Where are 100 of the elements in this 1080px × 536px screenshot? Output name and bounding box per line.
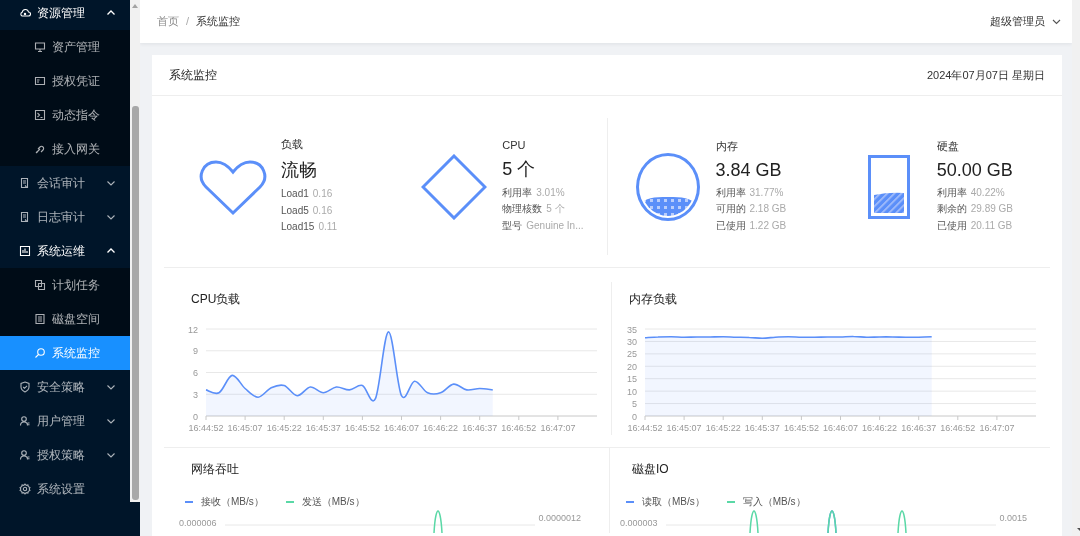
stat-detail: 型号 Genuine In... xyxy=(502,218,584,233)
stat-detail: 剩余的 29.89 GB xyxy=(936,202,1013,217)
cloud-icon xyxy=(19,7,31,19)
stat-detail: 已使用 1.22 GB xyxy=(715,218,787,233)
terminal-icon xyxy=(34,109,46,121)
stat-value: 5 个 xyxy=(502,157,537,181)
axis-tick-label: 16:45:37 xyxy=(744,423,780,433)
settings-icon xyxy=(19,483,31,495)
link-icon xyxy=(34,143,46,155)
monitor-icon xyxy=(34,41,46,53)
stat-detail: 利用率 40.22% xyxy=(936,185,1006,200)
sidebar-item[interactable]: 系统设置 xyxy=(0,472,130,506)
scrollbar[interactable] xyxy=(130,0,140,502)
document-icon xyxy=(34,313,46,325)
diamond-icon xyxy=(421,153,488,220)
axis-tick-label: 9 xyxy=(193,346,198,357)
stat-value: 3.84 GB xyxy=(715,159,783,181)
axis-tick-label: 16:45:22 xyxy=(266,423,302,433)
document-icon xyxy=(19,211,31,223)
document-icon xyxy=(19,177,31,189)
user-icon xyxy=(19,415,31,427)
axis-tick-label: 16:45:52 xyxy=(344,423,380,433)
axis-tick-label: 20 xyxy=(627,361,637,372)
chart-title: CPU负载 xyxy=(190,291,242,308)
legend-label: 读取（MB/s） xyxy=(642,495,705,509)
sidebar-item[interactable]: 磁盘空间 xyxy=(0,302,130,336)
legend-label: 接收（MB/s） xyxy=(201,495,264,509)
caret-icon xyxy=(1052,17,1061,26)
breadcrumb-current: 系统监控 xyxy=(196,15,241,27)
axis-tick-label: 0.000003 xyxy=(620,518,658,528)
stat-title: CPU xyxy=(502,138,527,151)
stat-detail: 已使用 20.11 GB xyxy=(936,218,1013,233)
sidebar-item[interactable]: 资产管理 xyxy=(0,30,130,64)
sidebar-item[interactable]: 动态指令 xyxy=(0,98,130,132)
axis-tick-label: 25 xyxy=(627,349,637,360)
stat-title: 硬盘 xyxy=(936,138,960,154)
stat-detail: Load1 0.16 xyxy=(281,187,334,202)
legend-label: 发送（MB/s） xyxy=(301,495,365,509)
axis-tick-label: 16:47:07 xyxy=(979,423,1015,433)
axis-tick-label: 0 xyxy=(193,411,198,422)
stat-detail: 利用率 31.77% xyxy=(715,185,785,200)
axis-tick-label: 30 xyxy=(627,336,637,347)
axis-tick-label: 16:45:07 xyxy=(666,423,702,433)
chart-icon xyxy=(19,245,31,257)
user-menu-button[interactable]: 超级管理员 xyxy=(990,14,1061,29)
axis-tick-label: 16:46:37 xyxy=(462,423,498,433)
sidebar-item[interactable]: 授权策略 xyxy=(0,438,130,472)
axis-tick-label: 16:46:07 xyxy=(384,423,419,433)
axis-tick-label: 0.0000012 xyxy=(538,513,582,523)
stat-detail: 可用的 2.18 GB xyxy=(715,202,787,217)
stat-detail: Load15 0.11 xyxy=(281,220,338,235)
axis-tick-label: 15 xyxy=(627,374,637,385)
axis-tick-label: 16:45:22 xyxy=(705,423,741,433)
axis-tick-label: 16:46:22 xyxy=(423,423,459,433)
legend-label: 写入（MB/s） xyxy=(742,495,806,509)
stat-value: 流畅 xyxy=(281,159,318,183)
axis-tick-label: 12 xyxy=(188,324,198,335)
sidebar-item[interactable]: 授权凭证 xyxy=(0,64,130,98)
axis-tick-label: 0 xyxy=(632,411,637,422)
stat-title: 负载 xyxy=(281,137,304,153)
sidebar-item[interactable]: 资源管理 xyxy=(0,0,130,30)
axis-tick-label: 35 xyxy=(627,324,637,335)
axis-tick-label: 3 xyxy=(193,389,198,400)
sidebar-item[interactable]: 计划任务 xyxy=(0,268,130,302)
sidebar-item[interactable]: 会话审计 xyxy=(0,166,130,200)
axis-tick-label: 16:45:52 xyxy=(783,423,819,433)
stat-detail: 利用率 3.01% xyxy=(502,185,566,200)
axis-tick-label: 16:44:52 xyxy=(627,423,663,433)
stat-title: 内存 xyxy=(715,138,739,154)
chart-title: 磁盘IO xyxy=(631,461,670,478)
sidebar-item[interactable]: 日志审计 xyxy=(0,200,130,234)
sidebar-item[interactable]: 接入网关 xyxy=(0,132,130,166)
axis-tick-label: 16:45:37 xyxy=(305,423,341,433)
axis-tick-label: 5 xyxy=(632,399,637,410)
card-title: 系统监控 xyxy=(169,66,217,84)
stat-detail: Load5 0.16 xyxy=(281,203,334,218)
copy-icon xyxy=(34,279,46,291)
breadcrumb-link[interactable]: 首页 xyxy=(157,15,179,27)
axis-tick-label: 16:46:07 xyxy=(823,423,858,433)
sidebar-item[interactable]: 系统运维 xyxy=(0,234,130,268)
chart-title: 内存负载 xyxy=(628,291,678,308)
axis-tick-label: 16:47:07 xyxy=(540,423,576,433)
axis-tick-label: 16:46:37 xyxy=(901,423,937,433)
chart-title: 网络吞吐 xyxy=(190,461,240,478)
search-icon xyxy=(34,347,46,359)
breadcrumb-separator: / xyxy=(186,15,190,27)
axis-tick-label: 10 xyxy=(627,386,637,397)
sidebar-item[interactable]: 安全策略 xyxy=(0,370,130,404)
id-card-icon xyxy=(34,75,46,87)
axis-tick-label: 16:46:22 xyxy=(862,423,898,433)
shield-icon xyxy=(19,381,31,393)
stat-value: 50.00 GB xyxy=(936,159,1013,181)
user-icon xyxy=(19,449,31,461)
sidebar-item[interactable]: 用户管理 xyxy=(0,404,130,438)
axis-tick-label: 0.000006 xyxy=(179,518,217,528)
date-label: 2024年07月07日 星期日 xyxy=(927,67,1045,83)
axis-tick-label: 16:46:52 xyxy=(940,423,976,433)
axis-tick-label: 16:44:52 xyxy=(188,423,224,433)
axis-tick-label: 16:45:07 xyxy=(227,423,263,433)
axis-tick-label: 0.0015 xyxy=(999,513,1028,523)
